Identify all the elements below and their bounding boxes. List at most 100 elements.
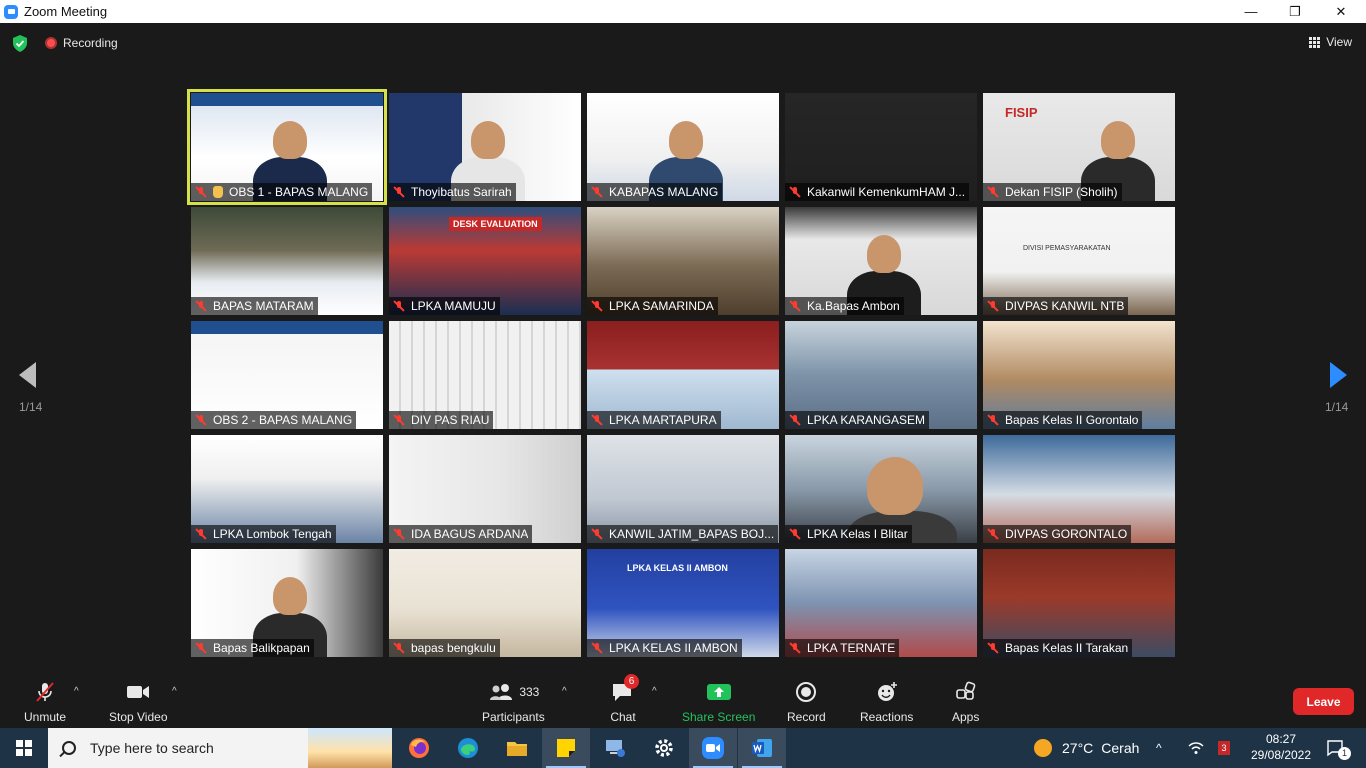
leave-button[interactable]: Leave <box>1293 688 1354 715</box>
grid-view-icon <box>1309 36 1321 48</box>
restore-button[interactable]: ❐ <box>1272 0 1318 23</box>
participant-video-tile[interactable]: KABAPAS MALANG <box>587 93 779 201</box>
participant-video-tile[interactable]: LPKA SAMARINDA <box>587 207 779 315</box>
participant-video-tile[interactable]: Bapas Kelas II Gorontalo <box>983 321 1175 429</box>
participant-video-tile[interactable]: Kakanwil KemenkumHAM J... <box>785 93 977 201</box>
muted-microphone-icon <box>195 414 207 426</box>
taskbar-file-explorer[interactable] <box>493 728 541 768</box>
participant-face <box>273 577 307 615</box>
muted-microphone-icon <box>987 642 999 654</box>
participants-button[interactable]: 333 Participants <box>482 680 545 724</box>
taskbar-zoom[interactable] <box>689 728 737 768</box>
apps-button[interactable]: Apps <box>952 680 979 724</box>
participant-video-tile[interactable]: LPKA TERNATE <box>785 549 977 657</box>
start-button[interactable] <box>0 728 48 768</box>
participant-video-tile[interactable]: FISIP Dekan FISIP (Sholih) <box>983 93 1175 201</box>
taskbar-edge[interactable] <box>444 728 492 768</box>
muted-microphone-icon <box>789 642 801 654</box>
reactions-button[interactable]: Reactions <box>860 680 913 724</box>
taskbar-remote-desktop[interactable] <box>591 728 639 768</box>
record-button[interactable]: Record <box>787 680 826 724</box>
taskbar-firefox[interactable] <box>395 728 443 768</box>
muted-microphone-icon <box>591 186 603 198</box>
participant-video-tile[interactable]: BAPAS MATARAM <box>191 207 383 315</box>
participant-name-bar: DIVPAS KANWIL NTB <box>983 297 1129 315</box>
participant-video-tile[interactable]: Bapas Balikpapan <box>191 549 383 657</box>
stop-video-label: Stop Video <box>109 710 168 724</box>
participant-video-tile[interactable]: DESK EVALUATION LPKA MAMUJU <box>389 207 581 315</box>
participant-name-bar: Kakanwil KemenkumHAM J... <box>785 183 970 201</box>
stop-video-button[interactable]: Stop Video <box>109 680 168 724</box>
taskbar-settings[interactable] <box>640 728 688 768</box>
page-indicator-left: 1/14 <box>19 400 43 414</box>
participant-name-bar: Ka.Bapas Ambon <box>785 297 904 315</box>
participant-video-tile[interactable]: LPKA Kelas I Blitar <box>785 435 977 543</box>
participant-name: IDA BAGUS ARDANA <box>411 527 529 541</box>
participant-video-tile[interactable]: OBS 2 - BAPAS MALANG <box>191 321 383 429</box>
reactions-smiley-icon <box>877 682 897 701</box>
previous-page-arrow-icon[interactable] <box>19 362 36 388</box>
security-shield-icon[interactable] <box>12 35 28 52</box>
participant-video-tile[interactable]: LPKA KELAS II AMBON LPKA KELAS II AMBON <box>587 549 779 657</box>
participant-video-tile[interactable]: bapas bengkulu <box>389 549 581 657</box>
network-wifi-icon[interactable] <box>1188 728 1204 768</box>
scene-caption: DIVISI PEMASYARAKATAN <box>1023 245 1111 252</box>
participant-video-tile[interactable]: Ka.Bapas Ambon <box>785 207 977 315</box>
audio-options-caret-icon[interactable]: ^ <box>74 686 79 697</box>
participant-video-tile[interactable]: DIVPAS GORONTALO <box>983 435 1175 543</box>
participant-video-tile[interactable]: DIV PAS RIAU <box>389 321 581 429</box>
participant-video-tile[interactable]: Bapas Kelas II Tarakan <box>983 549 1175 657</box>
muted-microphone-icon <box>987 186 999 198</box>
participant-video-tile[interactable]: KANWIL JATIM_BAPAS BOJ... <box>587 435 779 543</box>
taskbar-search-box[interactable]: Type here to search <box>48 728 392 768</box>
participant-video-tile[interactable]: LPKA Lombok Tengah <box>191 435 383 543</box>
window-titlebar: Zoom Meeting — ❐ ✕ <box>0 0 1366 23</box>
zoom-icon <box>702 737 724 759</box>
share-screen-button[interactable]: Share Screen <box>682 680 755 724</box>
participant-name-bar: LPKA KELAS II AMBON <box>587 639 742 657</box>
participant-name: LPKA KARANGASEM <box>807 413 926 427</box>
video-options-caret-icon[interactable]: ^ <box>172 686 177 697</box>
search-placeholder: Type here to search <box>90 740 214 756</box>
muted-microphone-icon <box>789 300 801 312</box>
taskbar-word[interactable] <box>738 728 786 768</box>
participant-video-tile[interactable]: IDA BAGUS ARDANA <box>389 435 581 543</box>
weather-widget[interactable]: 27°C Cerah <box>1034 728 1139 768</box>
show-hidden-icons-chevron-icon[interactable]: ^ <box>1156 728 1162 768</box>
participant-name-bar: bapas bengkulu <box>389 639 500 657</box>
participant-name-bar: Bapas Kelas II Tarakan <box>983 639 1133 657</box>
participant-name: KANWIL JATIM_BAPAS BOJ... <box>609 527 775 541</box>
unmute-button[interactable]: Unmute <box>24 680 66 724</box>
chat-button[interactable]: 6 Chat <box>610 674 639 724</box>
participant-name: DIVPAS GORONTALO <box>1005 527 1128 541</box>
participant-video-tile[interactable]: Thoyibatus Sarirah <box>389 93 581 201</box>
close-button[interactable]: ✕ <box>1318 0 1364 23</box>
muted-microphone-icon <box>789 528 801 540</box>
tray-app-icon[interactable]: 3 <box>1218 728 1230 768</box>
participant-name: LPKA Kelas I Blitar <box>807 527 908 541</box>
participant-name-bar: LPKA Lombok Tengah <box>191 525 336 543</box>
sticky-notes-icon <box>557 739 575 757</box>
participant-face <box>867 457 923 515</box>
record-dot-icon <box>45 37 57 49</box>
participant-video-tile[interactable]: LPKA KARANGASEM <box>785 321 977 429</box>
muted-microphone-icon <box>195 528 207 540</box>
participant-face <box>1101 121 1135 159</box>
recording-indicator[interactable]: Recording <box>45 36 118 50</box>
page-indicator-right: 1/14 <box>1325 400 1349 414</box>
participant-video-tile[interactable]: DIVISI PEMASYARAKATAN DIVPAS KANWIL NTB <box>983 207 1175 315</box>
taskbar-sticky-notes[interactable] <box>542 728 590 768</box>
minimize-button[interactable]: — <box>1228 0 1274 23</box>
participant-video-tile[interactable]: OBS 1 - BAPAS MALANG <box>187 89 387 205</box>
participant-name-bar: Thoyibatus Sarirah <box>389 183 516 201</box>
notification-center-button[interactable]: 1 <box>1326 728 1351 768</box>
participants-caret-icon[interactable]: ^ <box>562 686 567 697</box>
participant-video-tile[interactable]: LPKA MARTAPURA <box>587 321 779 429</box>
participant-name: LPKA MAMUJU <box>411 299 496 313</box>
taskbar-clock[interactable]: 08:27 29/08/2022 <box>1246 731 1316 763</box>
view-button[interactable]: View <box>1309 35 1352 49</box>
next-page-arrow-icon[interactable] <box>1330 362 1347 388</box>
chat-caret-icon[interactable]: ^ <box>652 686 657 697</box>
share-screen-icon <box>706 684 731 700</box>
participant-face <box>669 121 703 159</box>
